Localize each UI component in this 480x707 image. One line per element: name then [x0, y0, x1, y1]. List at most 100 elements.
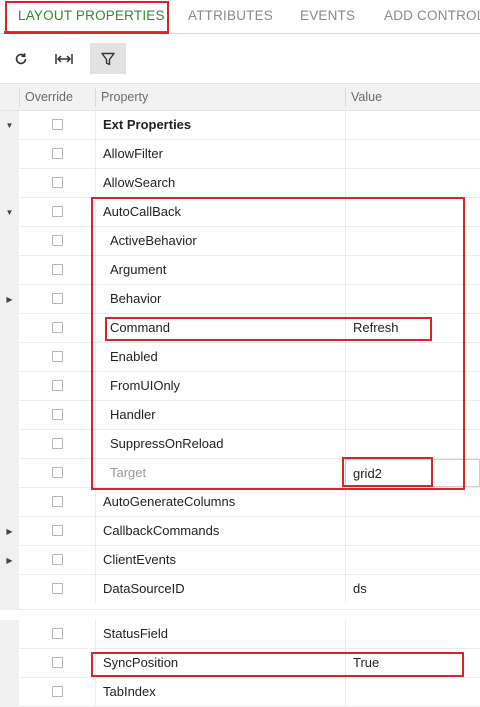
- grid-row-datasourceid[interactable]: DataSourceID ds: [19, 575, 480, 610]
- property-name: ClientEvents: [95, 546, 345, 574]
- property-value[interactable]: [345, 620, 480, 648]
- property-name: ActiveBehavior: [95, 227, 345, 255]
- grid-row-ext-properties[interactable]: ▼ Ext Properties: [6, 111, 480, 140]
- override-checkbox[interactable]: [52, 657, 63, 668]
- override-checkbox[interactable]: [52, 467, 63, 478]
- property-value[interactable]: [345, 111, 480, 139]
- fit-width-button[interactable]: [47, 43, 81, 74]
- tab-add-controls[interactable]: ADD CONTROLS: [384, 0, 480, 34]
- expand-arrow-icon[interactable]: ▼: [0, 111, 19, 140]
- grid-row-autogeneratecolumns[interactable]: AutoGenerateColumns: [19, 488, 480, 517]
- tab-events[interactable]: EVENTS: [300, 0, 355, 34]
- override-checkbox[interactable]: [52, 351, 63, 362]
- property-name: Ext Properties: [95, 111, 345, 139]
- override-checkbox[interactable]: [52, 583, 63, 594]
- property-value[interactable]: [345, 372, 480, 400]
- column-header-value[interactable]: Value: [345, 84, 382, 111]
- grid-row-argument[interactable]: Argument: [19, 256, 480, 285]
- property-name: SyncPosition: [95, 649, 345, 677]
- override-checkbox[interactable]: [52, 525, 63, 536]
- column-header-property[interactable]: Property: [95, 84, 148, 111]
- property-value[interactable]: [345, 343, 480, 371]
- property-value[interactable]: [345, 517, 480, 545]
- property-name: AllowFilter: [95, 140, 345, 168]
- override-checkbox[interactable]: [52, 293, 63, 304]
- refresh-icon: [15, 52, 27, 64]
- override-checkbox[interactable]: [52, 409, 63, 420]
- property-name: CallbackCommands: [95, 517, 345, 545]
- row-gutter-lower: [0, 620, 19, 707]
- filter-button[interactable]: [90, 43, 126, 74]
- property-name: FromUIOnly: [95, 372, 345, 400]
- property-value[interactable]: [345, 401, 480, 429]
- grid-row-activebehavior[interactable]: ActiveBehavior: [19, 227, 480, 256]
- property-name: SuppressOnReload: [95, 430, 345, 458]
- property-value[interactable]: [345, 285, 480, 313]
- property-value[interactable]: [345, 256, 480, 284]
- property-name: Target: [95, 459, 345, 487]
- property-value[interactable]: [345, 546, 480, 574]
- tab-bar: LAYOUT PROPERTIES ATTRIBUTES EVENTS ADD …: [0, 0, 480, 34]
- tab-attributes[interactable]: ATTRIBUTES: [188, 0, 273, 34]
- property-name: AutoGenerateColumns: [95, 488, 345, 516]
- property-value[interactable]: Refresh: [345, 314, 480, 342]
- override-checkbox[interactable]: [52, 148, 63, 159]
- property-name: Enabled: [95, 343, 345, 371]
- property-value[interactable]: [345, 198, 480, 226]
- property-value[interactable]: True: [345, 649, 480, 677]
- expand-arrow-icon[interactable]: ▼: [0, 198, 19, 227]
- grid-row-target[interactable]: Target grid2: [19, 459, 480, 488]
- grid-row-tabindex[interactable]: TabIndex: [19, 678, 480, 707]
- grid-row-callbackcommands[interactable]: ▶ CallbackCommands: [6, 517, 480, 546]
- property-value[interactable]: [345, 430, 480, 458]
- filter-icon: [101, 52, 115, 65]
- grid-row-syncposition[interactable]: SyncPosition True: [19, 649, 480, 678]
- grid-row-clientevents[interactable]: ▶ ClientEvents: [6, 546, 480, 575]
- override-checkbox[interactable]: [52, 496, 63, 507]
- grid-row-enabled[interactable]: Enabled: [19, 343, 480, 372]
- override-checkbox[interactable]: [52, 322, 63, 333]
- collapse-arrow-icon[interactable]: ▶: [0, 285, 19, 314]
- override-checkbox[interactable]: [52, 177, 63, 188]
- property-name: Behavior: [95, 285, 345, 313]
- grid-row-handler[interactable]: Handler: [19, 401, 480, 430]
- property-value[interactable]: [345, 169, 480, 197]
- grid-row-behavior[interactable]: ▶ Behavior: [6, 285, 480, 314]
- property-value[interactable]: [345, 678, 480, 706]
- override-checkbox[interactable]: [52, 235, 63, 246]
- grid-row-allowfilter[interactable]: AllowFilter: [19, 140, 480, 169]
- toolbar: [0, 35, 480, 83]
- column-header-override[interactable]: Override: [19, 84, 73, 111]
- property-name: AutoCallBack: [95, 198, 345, 226]
- property-name: DataSourceID: [95, 575, 345, 603]
- override-checkbox[interactable]: [52, 554, 63, 565]
- override-checkbox[interactable]: [52, 119, 63, 130]
- collapse-arrow-icon[interactable]: ▶: [0, 517, 19, 546]
- collapse-arrow-icon[interactable]: ▶: [0, 546, 19, 575]
- override-checkbox[interactable]: [52, 628, 63, 639]
- property-name: Command: [95, 314, 345, 342]
- fit-width-icon: [55, 53, 73, 64]
- property-value[interactable]: [345, 140, 480, 168]
- property-name: StatusField: [95, 620, 345, 648]
- grid-row-fromuionly[interactable]: FromUIOnly: [19, 372, 480, 401]
- override-checkbox[interactable]: [52, 380, 63, 391]
- property-value[interactable]: [345, 227, 480, 255]
- override-checkbox[interactable]: [52, 264, 63, 275]
- grid-row-suppressonreload[interactable]: SuppressOnReload: [19, 430, 480, 459]
- property-value[interactable]: [345, 488, 480, 516]
- override-checkbox[interactable]: [52, 438, 63, 449]
- property-value[interactable]: ds: [345, 575, 480, 603]
- grid-row-autocallback[interactable]: ▼ AutoCallBack: [6, 198, 480, 227]
- property-name: TabIndex: [95, 678, 345, 706]
- grid-header: Override Property Value: [0, 83, 480, 111]
- grid-row-statusfield[interactable]: StatusField: [19, 620, 480, 649]
- override-checkbox[interactable]: [52, 686, 63, 697]
- value-input[interactable]: grid2: [345, 459, 480, 487]
- override-checkbox[interactable]: [52, 206, 63, 217]
- tab-layout-properties[interactable]: LAYOUT PROPERTIES: [18, 0, 165, 34]
- grid-row-command[interactable]: Command Refresh: [19, 314, 480, 343]
- refresh-button[interactable]: [4, 43, 38, 74]
- property-name: Argument: [95, 256, 345, 284]
- grid-row-allowsearch[interactable]: AllowSearch: [19, 169, 480, 198]
